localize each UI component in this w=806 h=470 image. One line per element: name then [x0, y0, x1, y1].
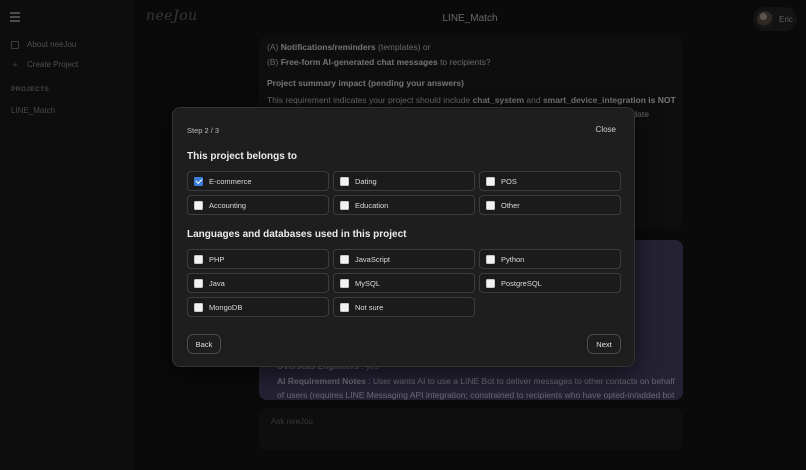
checkbox[interactable]: [194, 176, 203, 186]
step-indicator: Step 2 / 3: [187, 126, 220, 135]
checkbox[interactable]: [486, 200, 495, 210]
checkbox[interactable]: [486, 254, 495, 264]
checkbox[interactable]: [486, 176, 495, 186]
option-pos[interactable]: POS: [479, 171, 621, 191]
next-button[interactable]: Next: [587, 334, 621, 354]
close-button[interactable]: Close: [596, 125, 616, 134]
checkbox[interactable]: [340, 302, 349, 312]
option-mongodb[interactable]: MongoDB: [187, 297, 329, 317]
checkbox[interactable]: [340, 176, 349, 186]
checkbox[interactable]: [486, 278, 495, 288]
checkbox[interactable]: [340, 278, 349, 288]
project-setup-dialog: Step 2 / 3 Close This project belongs to…: [172, 107, 635, 367]
option-not-sure[interactable]: Not sure: [333, 297, 475, 317]
checkbox[interactable]: [194, 254, 203, 264]
option-php[interactable]: PHP: [187, 249, 329, 269]
section-title-tech: Languages and databases used in this pro…: [187, 229, 407, 240]
checkbox[interactable]: [194, 302, 203, 312]
option-other[interactable]: Other: [479, 195, 621, 215]
checkbox[interactable]: [340, 200, 349, 210]
option-accounting[interactable]: Accounting: [187, 195, 329, 215]
option-javascript[interactable]: JavaScript: [333, 249, 475, 269]
section-title-category: This project belongs to: [187, 151, 298, 162]
option-postgresql[interactable]: PostgreSQL: [479, 273, 621, 293]
option-java[interactable]: Java: [187, 273, 329, 293]
checkbox[interactable]: [340, 254, 349, 264]
option-mysql[interactable]: MySQL: [333, 273, 475, 293]
checkbox[interactable]: [194, 200, 203, 210]
option-dating[interactable]: Dating: [333, 171, 475, 191]
option-python[interactable]: Python: [479, 249, 621, 269]
option-ecommerce[interactable]: E-commerce: [187, 171, 329, 191]
option-education[interactable]: Education: [333, 195, 475, 215]
checkbox[interactable]: [194, 278, 203, 288]
back-button[interactable]: Back: [187, 334, 221, 354]
